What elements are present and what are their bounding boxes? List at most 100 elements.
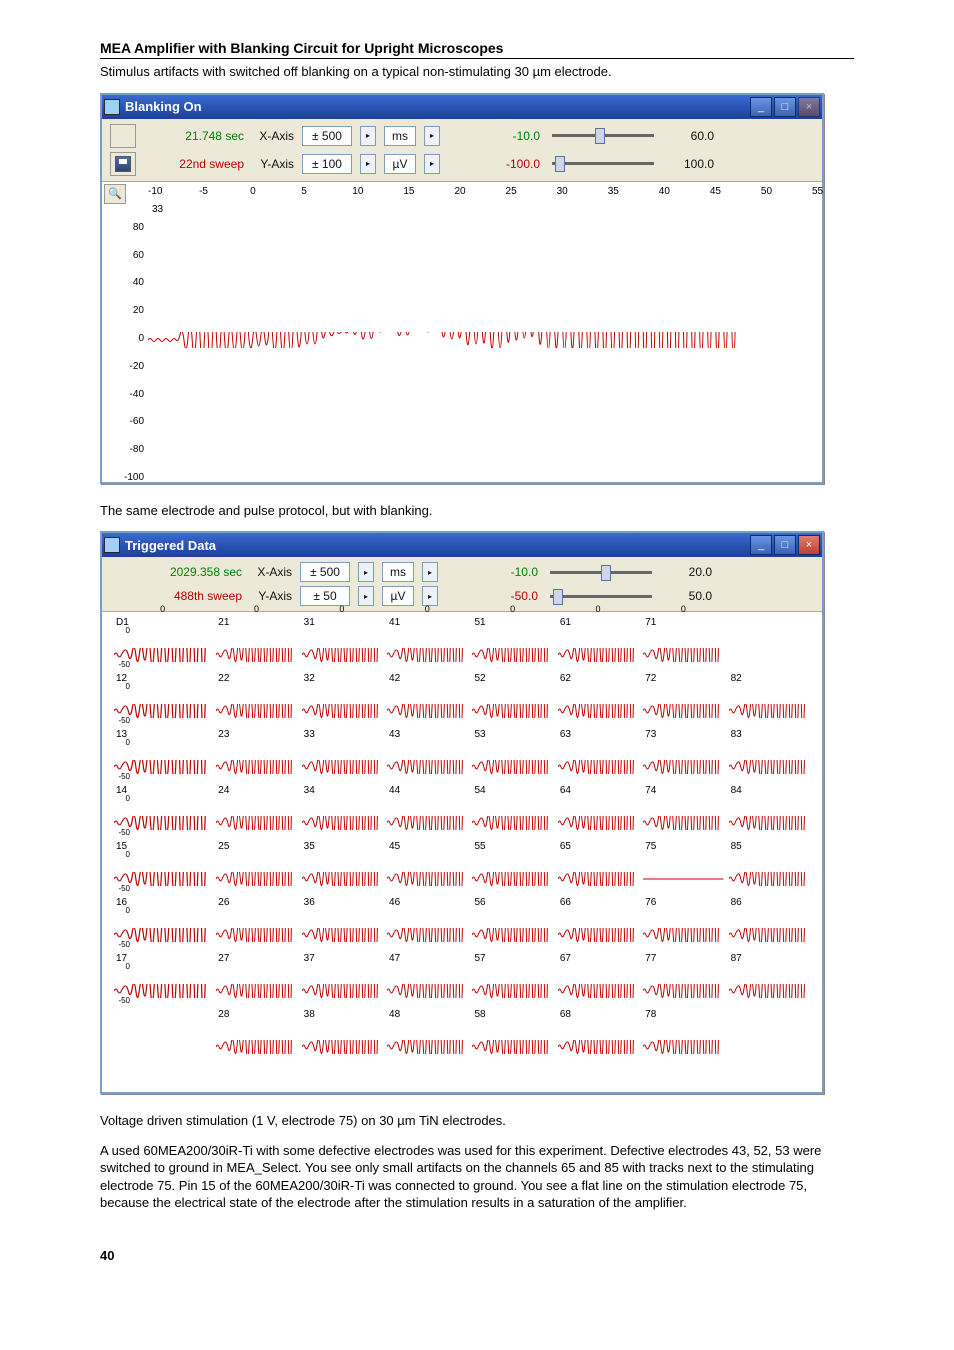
channel-cell: 051 — [470, 616, 555, 672]
xtick: 0 — [250, 186, 256, 197]
channel-cell: 44 — [385, 784, 470, 840]
channel-label: 24 — [218, 785, 229, 796]
channel-cell: 58 — [470, 1008, 555, 1064]
channel-label: 16 — [116, 897, 127, 908]
titlebar-2: Triggered Data _ □ × — [102, 533, 822, 557]
xaxis-step-input-2[interactable]: ± 500 — [300, 562, 350, 582]
plot-canvas-1: 🔍 -10-50510152025303540455055 806040200-… — [102, 182, 822, 482]
close-button[interactable]: × — [798, 97, 820, 117]
xaxis-step-spin-2[interactable]: ▸ — [358, 562, 374, 582]
minimize-button[interactable]: _ — [750, 97, 772, 117]
time-sec-2: 2029.358 sec — [142, 565, 242, 579]
channel-label: 35 — [304, 841, 315, 852]
channel-trace — [472, 984, 552, 998]
yaxis-slider-1[interactable] — [548, 155, 658, 173]
channel-label: 62 — [560, 673, 571, 684]
channel-trace — [472, 1040, 552, 1054]
sweep-num-1: 22nd sweep — [144, 157, 244, 171]
channel-trace — [387, 928, 467, 942]
xaxis-slider-2[interactable] — [546, 563, 656, 581]
channel-trace — [216, 1040, 296, 1054]
para-4: A used 60MEA200/30iR-Ti with some defect… — [100, 1142, 854, 1212]
yaxis-unit-spin-2[interactable]: ▸ — [422, 586, 438, 606]
minimize-button[interactable]: _ — [750, 535, 772, 555]
xaxis-step-spin[interactable]: ▸ — [360, 126, 376, 146]
xtick: 45 — [710, 186, 721, 197]
xaxis-slider-1[interactable] — [548, 127, 658, 145]
xaxis-step-input[interactable]: ± 500 — [302, 126, 352, 146]
channel-cell: 56 — [470, 896, 555, 952]
window-title-2: Triggered Data — [125, 538, 748, 553]
xaxis-max-2: 20.0 — [664, 565, 712, 579]
yaxis-label-2: Y-Axis — [250, 589, 292, 603]
maximize-button[interactable]: □ — [774, 97, 796, 117]
time-sec-1: 21.748 sec — [144, 129, 244, 143]
channel-trace — [729, 760, 809, 774]
save-button-1[interactable] — [110, 152, 136, 176]
channel-cell: 47 — [385, 952, 470, 1008]
channel-cell: 36 — [300, 896, 385, 952]
channel-cell: 021 — [214, 616, 299, 672]
xaxis-unit-input[interactable]: ms — [384, 126, 416, 146]
ytick: -100 — [124, 472, 144, 483]
channel-trace — [558, 816, 638, 830]
channel-trace — [216, 816, 296, 830]
channel-cell: 00-50D1 — [112, 616, 214, 672]
yaxis-unit-input[interactable]: µV — [384, 154, 416, 174]
channel-label: 32 — [304, 673, 315, 684]
yaxis-step-input[interactable]: ± 100 — [302, 154, 352, 174]
channel-trace — [643, 648, 723, 662]
channel-label: 48 — [389, 1009, 400, 1020]
xtick: 5 — [301, 186, 307, 197]
channel-cell: 38 — [300, 1008, 385, 1064]
channel-label: 66 — [560, 897, 571, 908]
channel-trace — [472, 872, 552, 886]
channel-label: 68 — [560, 1009, 571, 1020]
channel-cell: 52 — [470, 672, 555, 728]
yaxis-unit-spin[interactable]: ▸ — [424, 154, 440, 174]
channel-cell: 57 — [470, 952, 555, 1008]
channel-label: 72 — [645, 673, 656, 684]
channel-label: 34 — [304, 785, 315, 796]
channel-trace — [302, 648, 382, 662]
xaxis-unit-spin-2[interactable]: ▸ — [422, 562, 438, 582]
channel-trace — [216, 704, 296, 718]
channel-trace — [472, 816, 552, 830]
channel-label: 51 — [474, 617, 485, 628]
channel-trace — [216, 760, 296, 774]
xaxis-ticks-1: -10-50510152025303540455055 — [148, 186, 812, 202]
ytick: -60 — [130, 416, 144, 427]
channel-cell: 0-5015 — [112, 840, 214, 896]
channel-label: 38 — [304, 1009, 315, 1020]
xaxis-unit-input-2[interactable]: ms — [382, 562, 414, 582]
xtick: -10 — [148, 186, 162, 197]
yaxis-step-spin-2[interactable]: ▸ — [358, 586, 374, 606]
yaxis-ticks-1: 806040200-20-40-60-80-100 — [102, 206, 146, 478]
close-button[interactable]: × — [798, 535, 820, 555]
yaxis-unit-input-2[interactable]: µV — [382, 586, 414, 606]
channel-cell: 84 — [727, 784, 812, 840]
channel-trace — [387, 872, 467, 886]
toolbar-blank-button[interactable] — [110, 124, 136, 148]
channel-label: 87 — [731, 953, 742, 964]
intro-para-1: Stimulus artifacts with switched off bla… — [100, 63, 854, 81]
channel-cell: 48 — [385, 1008, 470, 1064]
ytick: 40 — [133, 277, 144, 288]
yaxis-slider-2[interactable] — [546, 587, 656, 605]
xaxis-unit-spin[interactable]: ▸ — [424, 126, 440, 146]
channel-trace — [643, 928, 723, 942]
channel-cell: 24 — [214, 784, 299, 840]
channel-cell: 43 — [385, 728, 470, 784]
channel-trace — [216, 872, 296, 886]
channel-label: 56 — [474, 897, 485, 908]
channel-cell: 33 — [300, 728, 385, 784]
maximize-button[interactable]: □ — [774, 535, 796, 555]
channel-cell: 63 — [556, 728, 641, 784]
channel-cell: 46 — [385, 896, 470, 952]
channel-trace — [729, 928, 809, 942]
channel-label: 28 — [218, 1009, 229, 1020]
xaxis-min-1: -10.0 — [480, 129, 540, 143]
yaxis-step-input-2[interactable]: ± 50 — [300, 586, 350, 606]
zoom-button-1[interactable]: 🔍 — [104, 184, 126, 204]
yaxis-step-spin[interactable]: ▸ — [360, 154, 376, 174]
